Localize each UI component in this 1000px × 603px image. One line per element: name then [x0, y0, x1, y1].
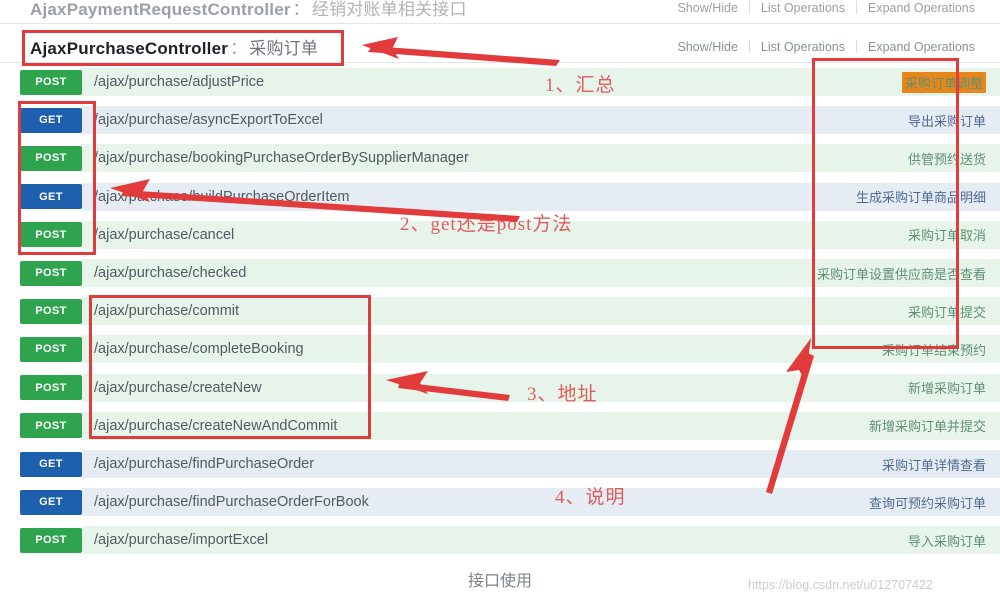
endpoint-path: /ajax/purchase/asyncExportToExcel [94, 112, 323, 129]
show-hide-link[interactable]: Show/Hide [666, 40, 748, 54]
controller-title: AjaxPurchaseController：采购订单 [30, 34, 318, 59]
endpoint-row[interactable]: POST/ajax/purchase/bookingPurchaseOrderB… [0, 142, 1000, 174]
endpoint-path: /ajax/purchase/findPurchaseOrder [94, 456, 315, 472]
row-left-strip [0, 448, 18, 480]
endpoint-row-body[interactable]: /ajax/purchase/buildPurchaseOrderItem 生成采… [82, 182, 1000, 211]
endpoint-row[interactable]: POST/ajax/purchase/commit 采购订单提交 [0, 295, 1000, 327]
endpoint-row-body[interactable]: /ajax/purchase/findPurchaseOrder 采购订单详情查看 [82, 450, 1000, 478]
annotation-label-method: 2、get还是post方法 [400, 214, 573, 235]
http-method-badge-get: GET [20, 184, 82, 210]
endpoint-description: 供管预约送货 [907, 151, 986, 167]
endpoint-row[interactable]: POST/ajax/purchase/checked 采购订单设置供应商是否查看 [0, 257, 1000, 289]
controller-separator: ： [292, 0, 310, 19]
watermark: https://blog.csdn.net/u012707422 [748, 578, 933, 592]
row-left-strip [0, 66, 18, 98]
endpoint-description: 导入采购订单 [907, 533, 986, 549]
endpoint-description: 采购订单取消 [907, 228, 986, 244]
endpoint-row-body[interactable]: /ajax/purchase/checked 采购订单设置供应商是否查看 [82, 259, 1000, 287]
endpoint-row[interactable]: GET/ajax/purchase/findPurchaseOrderForBo… [0, 486, 1000, 518]
show-hide-link[interactable]: Show/Hide [666, 1, 748, 15]
http-method-badge-post: POST [20, 413, 82, 439]
endpoint-path: /ajax/purchase/checked [94, 265, 247, 281]
controller-operations: Show/Hide List Operations Expand Operati… [666, 1, 986, 15]
expand-operations-link[interactable]: Expand Operations [857, 40, 986, 54]
row-left-strip [0, 410, 18, 442]
endpoint-description: 采购订单设置供应商是否查看 [816, 266, 986, 282]
http-method-badge-get: GET [20, 451, 82, 477]
controller-name: AjaxPurchaseController [30, 39, 229, 58]
endpoint-row-body[interactable]: /ajax/purchase/completeBooking 采购订单结束预约 [82, 335, 1000, 364]
swagger-api-docs-screenshot: AjaxPaymentRequestController：经销对账单相关接口 S… [0, 0, 1000, 603]
endpoint-description: 新增采购订单 [907, 381, 986, 397]
endpoint-description: 生成采购订单商品明细 [855, 190, 986, 206]
endpoint-row[interactable]: POST/ajax/purchase/importExcel 导入采购订单 [0, 524, 1000, 556]
row-left-strip [0, 372, 18, 404]
endpoint-row[interactable]: GET/ajax/purchase/buildPurchaseOrderItem… [0, 181, 1000, 213]
endpoint-description: 采购订单提交 [907, 304, 986, 320]
endpoint-description: 导出采购订单 [907, 113, 986, 129]
http-method-badge-post: POST [20, 375, 82, 401]
endpoint-path: /ajax/purchase/completeBooking [94, 341, 304, 358]
endpoint-description: 新增采购订单并提交 [868, 419, 986, 435]
endpoint-row-body[interactable]: /ajax/purchase/bookingPurchaseOrderBySup… [82, 144, 1000, 173]
row-left-strip [0, 486, 18, 518]
endpoint-row[interactable]: POST/ajax/purchase/createNewAndCommit 新增采… [0, 410, 1000, 442]
endpoint-description: 采购订单结束预约 [881, 342, 986, 358]
endpoint-path: /ajax/purchase/bookingPurchaseOrderBySup… [94, 150, 469, 167]
controller-header-purchase[interactable]: AjaxPurchaseController：采购订单 Show/Hide Li… [0, 31, 1000, 63]
row-left-strip [0, 181, 18, 213]
http-method-badge-post: POST [20, 336, 82, 362]
http-method-badge-get: GET [20, 107, 82, 133]
controller-operations: Show/Hide List Operations Expand Operati… [666, 40, 986, 54]
endpoint-row-body[interactable]: /ajax/purchase/findPurchaseOrderForBook 查… [82, 488, 1000, 517]
row-left-strip [0, 104, 18, 136]
endpoint-row-body[interactable]: /ajax/purchase/adjustPrice 采购订单调整 [82, 68, 1000, 96]
endpoint-path: /ajax/purchase/importExcel [94, 532, 269, 549]
annotation-label-summary: 1、汇总 [545, 75, 616, 96]
endpoint-row[interactable]: POST/ajax/purchase/createNew 新增采购订单 [0, 372, 1000, 404]
endpoint-path: /ajax/purchase/createNew [94, 379, 262, 396]
endpoint-row[interactable]: GET/ajax/purchase/asyncExportToExcel 导出采购… [0, 104, 1000, 136]
row-left-strip [0, 257, 18, 289]
controller-description: 采购订单 [249, 39, 319, 58]
endpoint-row-body[interactable]: /ajax/purchase/asyncExportToExcel 导出采购订单 [82, 106, 1000, 135]
endpoint-path: /ajax/purchase/commit [94, 303, 240, 320]
endpoint-path: /ajax/purchase/cancel [94, 226, 235, 243]
annotation-label-address: 3、地址 [527, 384, 598, 405]
http-method-badge-get: GET [20, 489, 82, 515]
list-operations-link[interactable]: List Operations [750, 40, 856, 54]
endpoint-description: 采购订单调整 [901, 71, 986, 93]
http-method-badge-post: POST [20, 527, 82, 553]
row-left-strip [0, 142, 18, 174]
endpoint-row[interactable]: POST/ajax/purchase/adjustPrice 采购订单调整 [0, 66, 1000, 98]
endpoint-row-body[interactable]: /ajax/purchase/commit 采购订单提交 [82, 297, 1000, 326]
endpoint-row[interactable]: GET/ajax/purchase/findPurchaseOrder 采购订单详… [0, 448, 1000, 480]
http-method-badge-post: POST [20, 222, 82, 248]
endpoint-path: /ajax/purchase/adjustPrice [94, 74, 265, 90]
controller-description: 经销对账单相关接口 [311, 0, 467, 19]
endpoint-path: /ajax/purchase/createNewAndCommit [94, 417, 338, 434]
row-left-strip [0, 219, 18, 251]
row-left-strip [0, 524, 18, 556]
http-method-badge-post: POST [20, 260, 82, 286]
endpoint-row[interactable]: POST/ajax/purchase/completeBooking 采购订单结束… [0, 333, 1000, 365]
row-left-strip [0, 295, 18, 327]
http-method-badge-post: POST [20, 145, 82, 171]
list-operations-link[interactable]: List Operations [750, 1, 856, 15]
controller-header-payment-request[interactable]: AjaxPaymentRequestController：经销对账单相关接口 S… [0, 0, 1000, 24]
controller-separator: ： [230, 39, 248, 58]
http-method-badge-post: POST [20, 69, 82, 95]
annotation-label-remark: 4、说明 [555, 487, 626, 508]
controller-title: AjaxPaymentRequestController：经销对账单相关接口 [30, 0, 467, 20]
row-left-strip [0, 333, 18, 365]
http-method-badge-post: POST [20, 298, 82, 324]
endpoint-description: 查询可预约采购订单 [868, 495, 986, 511]
controller-name: AjaxPaymentRequestController [30, 0, 291, 19]
endpoint-row-body[interactable]: /ajax/purchase/createNewAndCommit 新增采购订单并… [82, 411, 1000, 440]
endpoint-description: 采购订单详情查看 [881, 457, 986, 473]
endpoint-path: /ajax/purchase/buildPurchaseOrderItem [94, 188, 350, 205]
endpoint-row-body[interactable]: /ajax/purchase/importExcel 导入采购订单 [82, 526, 1000, 555]
expand-operations-link[interactable]: Expand Operations [857, 1, 986, 15]
endpoint-path: /ajax/purchase/findPurchaseOrderForBook [94, 494, 369, 511]
